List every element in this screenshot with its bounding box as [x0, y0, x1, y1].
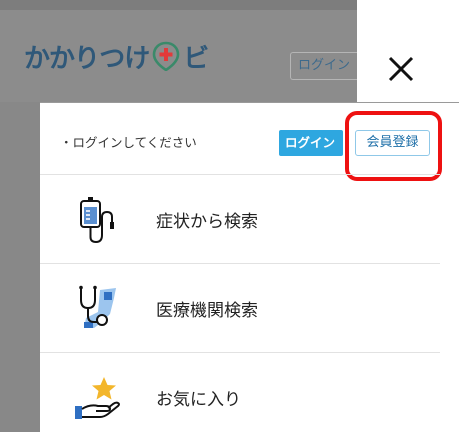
menu-item-label: お気に入り — [156, 390, 241, 410]
menu-item-label: 医療機関検索 — [156, 301, 258, 321]
menu-item-facility-search[interactable]: 医療機関検索 — [40, 264, 440, 352]
logo-text-left: かかりつけ — [24, 43, 150, 74]
plus-pin-icon — [152, 41, 180, 71]
highlight-box — [345, 111, 442, 181]
stethoscope-map-icon — [79, 285, 116, 328]
login-prompt: ・ログインしてください — [60, 135, 197, 150]
iv-drip-icon — [80, 197, 114, 244]
backdrop-left — [0, 102, 40, 432]
menu-item-label: 症状から検索 — [156, 212, 258, 232]
close-icon[interactable] — [380, 48, 422, 90]
logo-text-right: ビ — [183, 43, 209, 74]
header-login-button[interactable]: ログイン — [290, 52, 357, 80]
app-logo: かかりつけ ビ — [24, 36, 209, 76]
panel-top-divider — [40, 102, 459, 103]
login-button[interactable]: ログイン — [279, 130, 343, 156]
hand-star-icon — [75, 377, 120, 419]
menu-item-symptom-search[interactable]: 症状から検索 — [40, 175, 440, 263]
menu-item-favorites[interactable]: お気に入り — [40, 353, 440, 432]
